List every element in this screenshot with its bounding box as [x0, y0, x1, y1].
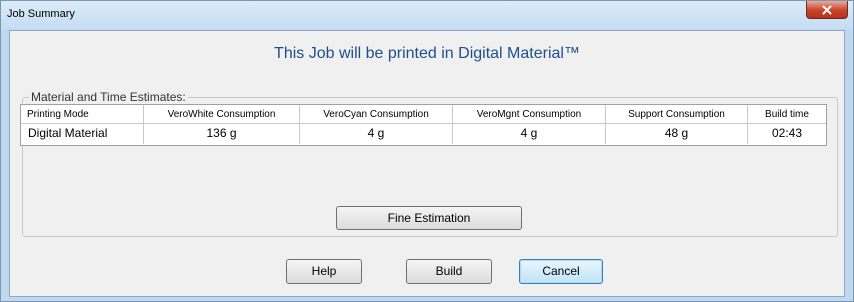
close-button[interactable] — [806, 1, 848, 19]
column-header-verowhite[interactable]: VeroWhite Consumption — [144, 105, 300, 124]
help-button[interactable]: Help — [286, 259, 362, 284]
column-header-printing-mode[interactable]: Printing Mode — [21, 105, 144, 124]
table-row[interactable]: Digital Material 136 g 4 g 4 g 48 g 02:4… — [21, 124, 826, 144]
cell-verowhite: 136 g — [144, 124, 300, 144]
fine-estimation-button[interactable]: Fine Estimation — [336, 206, 522, 230]
build-button[interactable]: Build — [406, 259, 492, 284]
column-header-build-time[interactable]: Build time — [748, 105, 826, 124]
column-header-support[interactable]: Support Consumption — [606, 105, 748, 124]
cancel-button[interactable]: Cancel — [519, 259, 603, 284]
cell-veromgnt: 4 g — [453, 124, 606, 144]
estimates-group-label: Material and Time Estimates: — [29, 90, 188, 104]
column-header-verocyan[interactable]: VeroCyan Consumption — [300, 105, 453, 124]
cell-support: 48 g — [606, 124, 748, 144]
cell-build-time: 02:43 — [771, 126, 803, 140]
estimates-table[interactable]: Printing Mode VeroWhite Consumption Vero… — [20, 104, 827, 146]
cell-verocyan: 4 g — [300, 124, 453, 144]
column-header-veromgnt[interactable]: VeroMgnt Consumption — [453, 105, 606, 124]
title-bar[interactable]: Job Summary — [1, 1, 853, 29]
job-summary-window: Job Summary This Job will be printed in … — [0, 0, 854, 302]
close-icon — [822, 5, 832, 14]
table-header: Printing Mode VeroWhite Consumption Vero… — [21, 105, 826, 124]
job-headline: This Job will be printed in Digital Mate… — [274, 45, 580, 62]
window-title: Job Summary — [7, 8, 75, 20]
cell-printing-mode: Digital Material — [21, 124, 144, 144]
dialog-body: This Job will be printed in Digital Mate… — [9, 30, 845, 297]
